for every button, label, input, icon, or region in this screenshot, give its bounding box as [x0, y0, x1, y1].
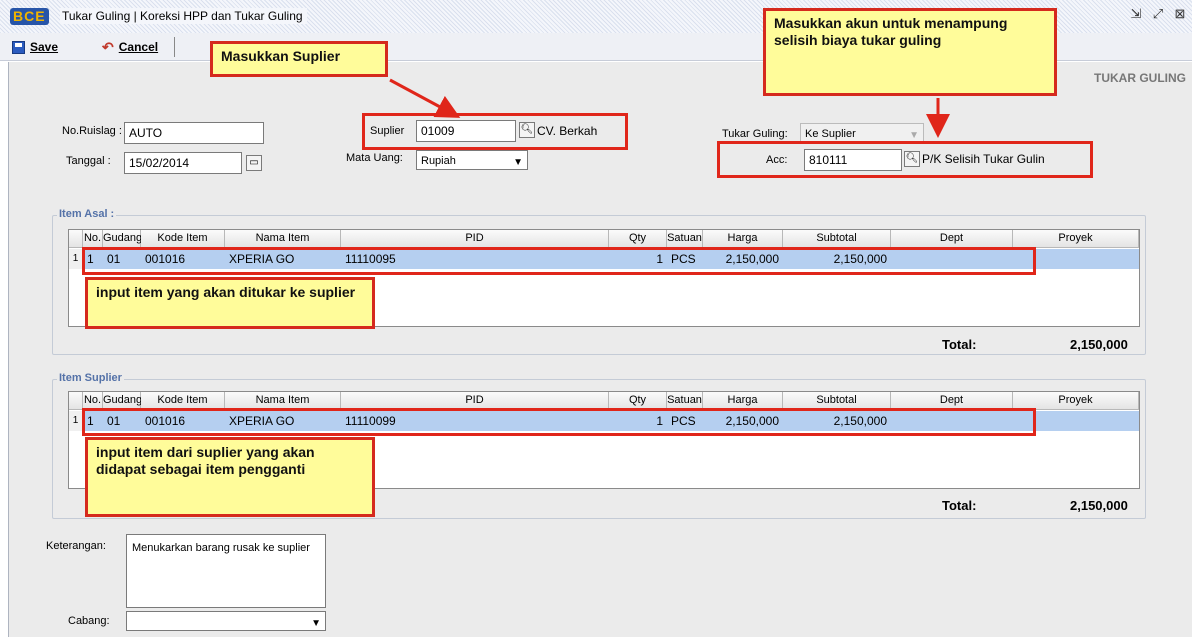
app-logo: BCE [10, 8, 49, 25]
close-icon[interactable]: ⊠ [1172, 6, 1188, 22]
item-asal-total-value: 2,150,000 [1070, 337, 1128, 352]
item-suplier-total-value: 2,150,000 [1070, 498, 1128, 513]
highlight-acc [717, 141, 1093, 178]
toolbar-divider [174, 37, 175, 57]
column-header[interactable]: Gudang [103, 230, 142, 248]
floppy-icon [12, 40, 25, 54]
callout-akun: Masukkan akun untuk menampung selisih bi… [763, 8, 1057, 96]
tanggal-input[interactable]: 15/02/2014 [124, 152, 242, 174]
item-asal-total-label: Total: [942, 337, 977, 352]
restore-icon[interactable]: ⇲ [1128, 6, 1144, 22]
callout-item-suplier: input item dari suplier yang akan didapa… [85, 437, 375, 517]
mata-uang-select[interactable]: Rupiah ▼ [416, 150, 528, 170]
maximize-icon[interactable]: ⤢ [1150, 6, 1166, 22]
grid-corner [69, 392, 83, 410]
column-header[interactable]: Proyek [1013, 230, 1139, 248]
tukar-guling-select[interactable]: Ke Suplier ▼ [800, 123, 924, 143]
undo-icon: ↶ [102, 38, 114, 55]
row-indicator: 1 [69, 249, 83, 269]
column-header[interactable]: Kode Item [141, 230, 225, 248]
window-title: Tukar Guling | Koreksi HPP dan Tukar Gul… [60, 8, 307, 24]
form-heading: TUKAR GULING [1094, 71, 1186, 85]
highlight-suplier [362, 113, 628, 150]
no-ruislag-label: No.Ruislag : [62, 125, 122, 137]
column-header[interactable]: Dept [891, 230, 1013, 248]
item-suplier-title: Item Suplier [57, 372, 124, 384]
keterangan-label: Keterangan: [46, 540, 106, 552]
no-ruislag-input[interactable]: AUTO [124, 122, 264, 144]
column-header[interactable]: Qty [609, 230, 667, 248]
callout-item-asal: input item yang akan ditukar ke suplier [85, 277, 375, 329]
column-header[interactable]: PID [341, 230, 609, 248]
mata-uang-label: Mata Uang: [346, 152, 403, 164]
column-header[interactable]: No. [83, 230, 103, 248]
item-suplier-total-label: Total: [942, 498, 977, 513]
highlight-item-suplier-row [82, 408, 1036, 436]
item-asal-title: Item Asal : [57, 208, 117, 220]
chevron-down-icon: ▼ [513, 157, 523, 168]
cabang-select[interactable]: ▼ [126, 611, 326, 631]
keterangan-textarea[interactable]: Menukarkan barang rusak ke suplier [126, 534, 326, 608]
column-header[interactable]: Nama Item [225, 230, 341, 248]
grid-corner [69, 230, 83, 248]
column-header[interactable]: Satuan [667, 230, 703, 248]
tanggal-label: Tanggal : [66, 155, 111, 167]
cabang-label: Cabang: [68, 615, 110, 627]
highlight-item-asal-row [82, 247, 1036, 275]
row-indicator: 1 [69, 411, 83, 431]
calendar-icon[interactable]: ▭ [246, 155, 262, 171]
tukar-guling-label: Tukar Guling: [722, 128, 788, 140]
callout-suplier: Masukkan Suplier [210, 41, 388, 77]
save-button[interactable]: Save [12, 38, 58, 56]
column-header[interactable]: Harga [703, 230, 783, 248]
cancel-button[interactable]: ↶ Cancel [102, 38, 158, 56]
column-header[interactable]: Subtotal [783, 230, 891, 248]
chevron-down-icon: ▼ [311, 618, 321, 629]
